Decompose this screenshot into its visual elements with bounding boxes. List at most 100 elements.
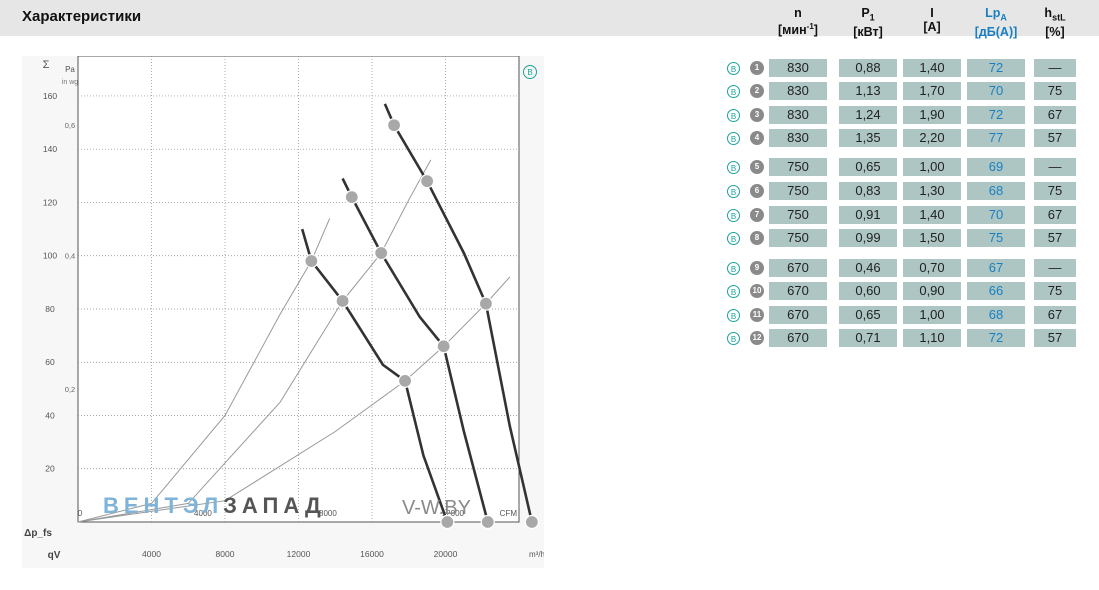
operating-mode-badge: B [727,161,740,174]
operating-point-number: 11 [750,308,764,322]
cell-n: 830 [769,82,827,100]
cell-lpa: 70 [967,206,1025,224]
cell-h: — [1034,158,1076,176]
cell-i: 2,20 [903,129,961,147]
cell-i: 1,90 [903,106,961,124]
cell-i: 0,70 [903,259,961,277]
cell-i: 1,00 [903,158,961,176]
operating-mode-badge: B [727,185,740,198]
column-subscript: A [1000,12,1007,23]
cell-i: 1,00 [903,306,961,324]
operating-point-marker [524,514,539,530]
column-header-5: hstL [%] [1034,6,1076,39]
operating-point-number: 5 [750,160,764,174]
y-tick-label: 140 [43,144,57,154]
cell-lpa: 66 [967,282,1025,300]
operating-point-marker [344,190,359,205]
operating-mode-badge: B [727,309,740,322]
cell-i: 1,50 [903,229,961,247]
y-tick-label: 120 [43,197,57,207]
cell-p1: 0,91 [839,206,897,224]
column-header-2: P1 [кВт] [839,6,897,39]
column-unit: [%] [1045,24,1065,39]
column-unit-close: ] [813,23,818,38]
cell-n: 830 [769,59,827,77]
column-header-1: n [мин-1] [769,6,827,37]
y-tick-label: 40 [45,410,55,420]
operating-mode-badge: B [727,109,740,122]
operating-point-marker [304,253,319,269]
cell-n: 670 [769,282,827,300]
column-header-4: LpA [дБ(A)] [967,6,1025,39]
cell-h: 75 [1034,282,1076,300]
x-tick-label: 4000 [142,549,161,559]
cell-p1: 0,60 [839,282,897,300]
operating-point-marker [478,296,494,311]
column-subscript: stL [1052,12,1066,23]
y-axis-symbol: Σ [43,59,50,71]
y-axis-label: Δp_fs [24,528,52,539]
operating-mode-badge: B [727,262,740,275]
cell-i: 0,90 [903,282,961,300]
cell-lpa: 72 [967,329,1025,347]
cell-p1: 0,83 [839,182,897,200]
y-inner-tick-label: 0,6 [65,121,75,130]
operating-mode-badge: B [727,132,740,145]
column-unit: [A] [923,20,941,34]
column-symbol: P [861,6,870,20]
cell-h: 75 [1034,82,1076,100]
fan-curve-chart: 20 40 60 80 100 120 140 160 Σ Pa in wg 0,2 0,4 0,6 Δp_… [24,56,544,561]
cell-p1: 0,46 [839,259,897,277]
y-tick-label: 160 [43,91,57,101]
watermark: ВЕНТЭЛЗАПАД [103,493,326,519]
x-tick-label: 8000 [216,549,235,559]
y-tick-label: 60 [45,357,55,367]
column-symbol: I [930,6,934,20]
cell-p1: 0,65 [839,158,897,176]
operating-mode-badge: B [727,332,740,345]
column-unit: [дБ(A)] [974,24,1018,39]
operating-mode-badge: B [727,285,740,298]
operating-mode-badge: B [727,232,740,245]
cell-h: — [1034,259,1076,277]
column-unit: [мин [778,23,807,38]
cell-lpa: 72 [967,106,1025,124]
operating-mode-badge: B [727,85,740,98]
operating-point-number: 3 [750,108,764,122]
column-header-3: I [A] [903,6,961,34]
operating-point-number: 12 [750,331,764,345]
cell-h: 67 [1034,306,1076,324]
operating-point-number: 2 [750,84,764,98]
operating-point-marker [397,373,413,388]
mode-badge-label: B [527,68,532,77]
cell-i: 1,40 [903,206,961,224]
cell-h: 57 [1034,229,1076,247]
operating-point-number: 1 [750,61,764,75]
operating-mode-badge: B [727,209,740,222]
cell-n: 670 [769,329,827,347]
cell-h: 57 [1034,129,1076,147]
cell-n: 750 [769,229,827,247]
cell-lpa: 72 [967,59,1025,77]
chart-frame: 20 40 60 80 100 120 140 160 Σ Pa in wg 0,2 0,4 0,6 Δp_… [22,56,544,568]
operating-point-marker [386,118,402,133]
cell-n: 750 [769,182,827,200]
cell-lpa: 69 [967,158,1025,176]
cell-i: 1,70 [903,82,961,100]
operating-mode-badge: B [727,62,740,75]
watermark-part-1: ВЕНТЭЛ [103,493,224,518]
cell-n: 670 [769,306,827,324]
operating-point-marker [436,339,451,354]
cell-p1: 1,24 [839,106,897,124]
x-axis-unit: m³/h [529,550,544,559]
cell-h: 67 [1034,206,1076,224]
column-unit: [кВт] [853,24,883,39]
cell-i: 1,30 [903,182,961,200]
cell-p1: 0,65 [839,306,897,324]
cell-n: 670 [769,259,827,277]
cell-p1: 1,13 [839,82,897,100]
cell-lpa: 77 [967,129,1025,147]
cell-lpa: 70 [967,82,1025,100]
column-subscript: 1 [869,12,875,23]
cell-n: 830 [769,129,827,147]
